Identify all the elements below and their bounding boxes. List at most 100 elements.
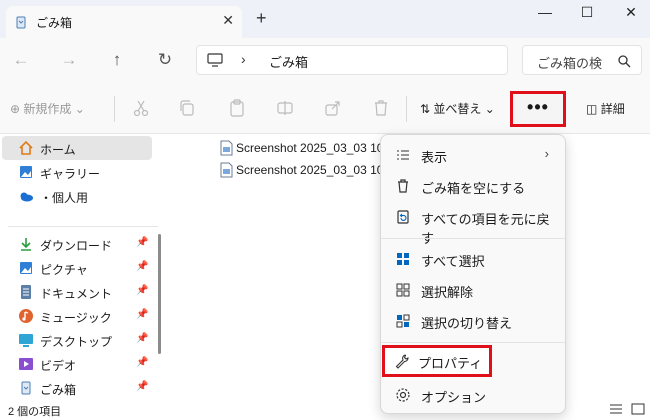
command-bar: ⊕ 新規作成 ⌄ ⇅ 並べ替え ⌄ ••• ◫ 詳細 — [0, 84, 650, 134]
menu-item-label: 表示 — [421, 150, 448, 165]
sidebar-item-label: ギャラリー — [40, 167, 101, 181]
new-button[interactable]: ⊕ 新規作成 ⌄ — [10, 100, 85, 117]
address-bar[interactable]: › ごみ箱 — [196, 45, 508, 75]
list-item[interactable]: Screenshot 2025_03_03 10_1 — [218, 160, 388, 180]
menu-item-label: すべての項目を元に戻す — [421, 212, 550, 246]
image-file-icon — [220, 162, 233, 178]
breadcrumb-separator-icon[interactable]: › — [241, 51, 246, 67]
sidebar-item-desktop[interactable]: デスクトップ 📌 — [2, 328, 152, 352]
image-file-icon — [220, 140, 233, 156]
search-input[interactable]: ごみ箱の検 — [522, 45, 642, 75]
menu-item-restore-all[interactable]: すべての項目を元に戻す — [385, 203, 561, 246]
sort-label: 並べ替え — [433, 102, 482, 116]
pin-icon[interactable]: 📌 — [136, 333, 148, 344]
search-icon — [618, 55, 631, 68]
sidebar-item-label: ごみ箱 — [40, 383, 77, 397]
cut-icon[interactable] — [132, 99, 150, 117]
menu-item-label: ごみ箱を空にする — [421, 181, 526, 196]
sidebar-item-label: ・個人用 — [40, 191, 89, 205]
plus-circle-icon: ⊕ — [10, 102, 21, 116]
menu-item-select-none[interactable]: 選択解除 — [385, 276, 561, 304]
search-placeholder: ごみ箱の検 — [537, 56, 603, 71]
pin-icon[interactable]: 📌 — [136, 285, 148, 296]
sort-button[interactable]: ⇅ 並べ替え ⌄ — [420, 100, 495, 117]
details-pane-icon: ◫ — [586, 102, 598, 116]
gallery-icon — [20, 166, 32, 178]
toolbar-divider — [114, 96, 115, 122]
see-more-button[interactable]: ••• — [510, 91, 566, 127]
music-icon — [19, 309, 33, 323]
menu-divider — [381, 238, 565, 239]
sidebar-item-label: ホーム — [40, 143, 76, 157]
refresh-icon[interactable]: ↻ — [154, 50, 176, 72]
pin-icon[interactable]: 📌 — [136, 261, 148, 272]
tab-recycle-bin[interactable]: ごみ箱 ✕ — [6, 6, 242, 38]
breadcrumb-recycle-bin[interactable]: ごみ箱 — [269, 52, 308, 71]
view-icon — [397, 150, 409, 160]
back-arrow-icon[interactable]: ← — [10, 50, 32, 72]
sort-icon: ⇅ — [420, 102, 431, 116]
restore-all-icon — [397, 210, 409, 224]
menu-item-properties[interactable]: プロパティ — [382, 345, 492, 377]
menu-item-label: プロパティ — [418, 356, 483, 371]
chevron-down-icon: ⌄ — [74, 102, 85, 116]
sidebar-item-videos[interactable]: ビデオ 📌 — [2, 352, 152, 376]
sidebar-item-onedrive[interactable]: ・個人用 — [2, 184, 152, 208]
file-name: Screenshot 2025_03_03 10_0 — [236, 141, 388, 155]
sidebar-scrollbar[interactable] — [158, 234, 161, 354]
large-icons-view-icon[interactable] — [630, 402, 646, 416]
rename-icon[interactable] — [276, 99, 294, 117]
menu-item-options[interactable]: オプション — [385, 381, 561, 409]
minimize-button[interactable]: — — [530, 4, 560, 26]
sidebar-item-music[interactable]: ミュージック 📌 — [2, 304, 152, 328]
sidebar-item-gallery[interactable]: ギャラリー — [2, 160, 152, 184]
sidebar-item-home[interactable]: ホーム — [2, 136, 152, 160]
pin-icon[interactable]: 📌 — [136, 357, 148, 368]
navigation-bar: ← → ↑ ↻ › ごみ箱 ごみ箱の検 — [0, 38, 650, 84]
sidebar-item-label: デスクトップ — [40, 335, 113, 349]
details-view-icon[interactable] — [608, 402, 624, 416]
paste-icon[interactable] — [228, 99, 246, 117]
sidebar-item-pictures[interactable]: ピクチャ 📌 — [2, 256, 152, 280]
pin-icon[interactable]: 📌 — [136, 237, 148, 248]
details-pane-button[interactable]: ◫ 詳細 — [586, 100, 625, 117]
maximize-button[interactable]: ☐ — [572, 4, 602, 26]
list-item[interactable]: Screenshot 2025_03_03 10_0 — [218, 138, 388, 158]
menu-item-label: 選択の切り替え — [421, 316, 513, 331]
delete-icon[interactable] — [372, 99, 390, 117]
menu-item-empty-recycle-bin[interactable]: ごみ箱を空にする — [385, 172, 561, 200]
forward-arrow-icon[interactable]: → — [58, 50, 80, 72]
menu-divider — [381, 342, 565, 343]
see-more-menu: 表示 › ごみ箱を空にする すべての項目を元に戻す すべて選択 選択解除 選択の… — [380, 134, 566, 414]
toolbar-divider — [406, 96, 407, 122]
sidebar-item-downloads[interactable]: ダウンロード 📌 — [2, 232, 152, 256]
file-name: Screenshot 2025_03_03 10_1 — [236, 163, 388, 177]
sidebar-item-documents[interactable]: ドキュメント 📌 — [2, 280, 152, 304]
videos-icon — [19, 358, 33, 370]
computer-icon — [207, 53, 223, 67]
up-arrow-icon[interactable]: ↑ — [106, 50, 128, 72]
details-label: 詳細 — [600, 102, 625, 116]
sidebar-item-recycle-bin[interactable]: ごみ箱 📌 — [2, 376, 152, 400]
desktop-icon — [19, 334, 33, 347]
sidebar-divider — [8, 226, 158, 227]
pin-icon[interactable]: 📌 — [136, 309, 148, 320]
navigation-pane: ホーム ギャラリー ・個人用 ダウンロード 📌 ピクチャ 📌 ドキュメント 📌 … — [0, 134, 166, 400]
properties-icon — [395, 354, 409, 369]
menu-item-label: オプション — [421, 390, 487, 405]
menu-item-invert-selection[interactable]: 選択の切り替え — [385, 307, 561, 335]
invert-selection-icon — [396, 314, 410, 328]
menu-item-label: 選択解除 — [421, 285, 474, 300]
menu-item-select-all[interactable]: すべて選択 — [385, 245, 561, 273]
pin-icon[interactable]: 📌 — [136, 381, 148, 392]
menu-item-label: すべて選択 — [421, 254, 485, 269]
tab-close-icon[interactable]: ✕ — [222, 12, 234, 29]
download-icon — [21, 238, 31, 251]
options-icon — [396, 388, 410, 402]
new-tab-button[interactable]: + — [256, 8, 267, 29]
menu-item-view[interactable]: 表示 › — [385, 141, 561, 169]
copy-icon[interactable] — [178, 99, 196, 117]
share-icon[interactable] — [324, 99, 342, 117]
recycle-bin-icon — [16, 16, 26, 29]
close-window-button[interactable]: ✕ — [616, 4, 646, 26]
